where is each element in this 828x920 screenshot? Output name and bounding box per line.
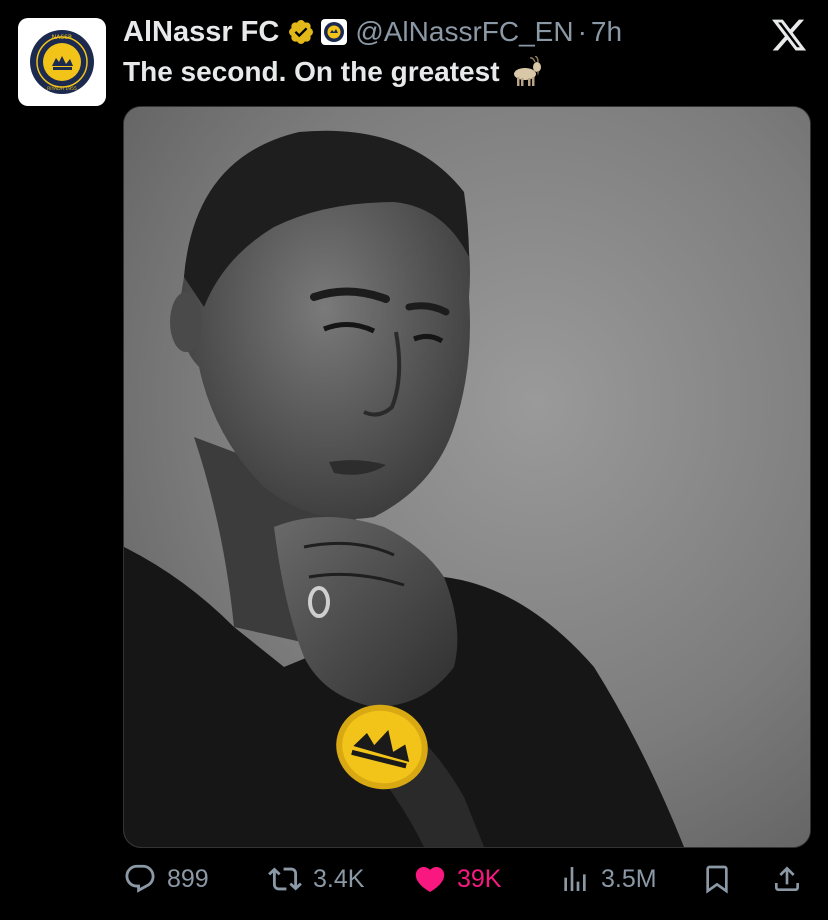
reply-button[interactable]: 899	[123, 862, 209, 896]
share-button[interactable]	[771, 862, 813, 896]
tweet-media-photo[interactable]	[123, 106, 811, 848]
svg-text:NASSR: NASSR	[52, 34, 72, 41]
display-name[interactable]: AlNassr FC	[123, 16, 279, 49]
player-portrait-image	[124, 107, 810, 847]
reply-count: 899	[167, 864, 209, 893]
repost-button[interactable]: 3.4K	[267, 862, 364, 896]
alnassr-logo: NASSR RIYADH 1955	[30, 30, 94, 94]
post-time[interactable]: 7h	[591, 16, 622, 48]
bookmark-button[interactable]	[701, 862, 743, 896]
repost-count: 3.4K	[313, 864, 365, 893]
affiliate-logo-icon[interactable]	[321, 19, 348, 45]
like-button[interactable]: 39K	[413, 862, 501, 896]
verified-badge-icon	[287, 18, 315, 46]
like-count: 39K	[457, 864, 502, 893]
views-count: 3.5M	[601, 864, 657, 893]
reply-icon	[125, 864, 155, 893]
tweet-actions-bar: 899 3.4K 39K 3.5M	[123, 856, 813, 902]
views-button[interactable]: 3.5M	[559, 862, 657, 896]
views-icon	[564, 867, 586, 891]
close-x-icon[interactable]	[770, 16, 808, 54]
avatar[interactable]: NASSR RIYADH 1955	[18, 18, 106, 106]
tweet-header: AlNassr FC @AlNassrFC_EN · 7h	[123, 12, 748, 52]
goat-icon	[508, 55, 544, 88]
repost-icon	[268, 867, 302, 891]
heart-icon	[415, 866, 445, 892]
share-icon	[775, 866, 799, 891]
tweet-body: The second. On the greatest	[123, 56, 500, 87]
svg-text:RIYADH 1955: RIYADH 1955	[47, 86, 77, 92]
account-handle[interactable]: @AlNassrFC_EN	[355, 16, 573, 48]
separator-dot: ·	[577, 16, 587, 47]
tweet-text: The second. On the greatest	[123, 54, 544, 90]
bookmark-icon	[706, 865, 728, 894]
